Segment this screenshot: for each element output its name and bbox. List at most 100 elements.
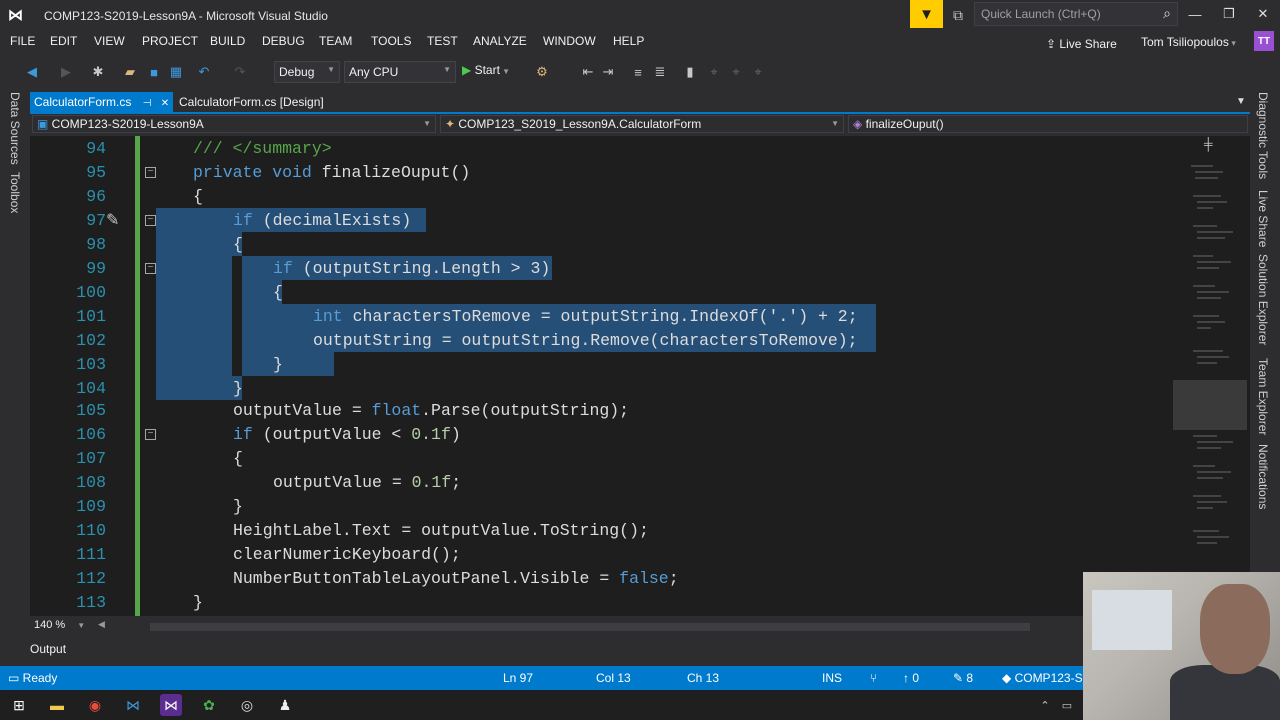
filter-feedback-button[interactable]: ▼	[910, 0, 943, 28]
github-desktop-icon[interactable]: ◎	[236, 694, 258, 716]
tray-chevron-up-icon[interactable]: ⌃	[1034, 694, 1056, 716]
code-line-109: }	[233, 497, 243, 516]
scroll-left-icon[interactable]: ◀	[98, 619, 105, 630]
collapse-icon[interactable]: −	[145, 215, 156, 226]
quick-launch-placeholder: Quick Launch (Ctrl+Q)	[981, 7, 1101, 21]
collapse-icon[interactable]: −	[145, 429, 156, 440]
menu-analyze[interactable]: ANALYZE	[473, 34, 527, 48]
minimap-viewport[interactable]	[1173, 380, 1247, 430]
open-file-icon[interactable]: ▰	[122, 64, 138, 80]
tab-calculatorform-design[interactable]: CalculatorForm.cs [Design]	[173, 92, 333, 112]
output-panel-tab[interactable]: Output	[30, 642, 66, 656]
clear-bookmarks-icon[interactable]: ⌖	[750, 64, 766, 80]
line-number: 102	[76, 331, 106, 350]
pencil-icon: ✎	[953, 671, 967, 685]
diagnostic-tools-tab[interactable]: Diagnostic Tools	[1256, 92, 1270, 179]
undo-icon[interactable]: ↶	[196, 64, 212, 80]
close-icon[interactable]: ✕	[161, 98, 169, 109]
vscode-icon[interactable]: ⋈	[122, 694, 144, 716]
navigate-icon[interactable]: ⇥	[600, 64, 616, 80]
split-editor-icon[interactable]: ╪	[1204, 137, 1213, 151]
back-icon[interactable]: ◀	[24, 64, 40, 80]
code-line-110: HeightLabel.Text = outputValue.ToString(…	[233, 521, 649, 540]
quick-launch-input[interactable]: Quick Launch (Ctrl+Q) ⌕	[974, 2, 1178, 26]
windows-start-icon[interactable]: ⊞	[8, 694, 30, 716]
start-debugging-button[interactable]: ▶ Start ▼	[462, 63, 510, 77]
minimize-button[interactable]: —	[1180, 4, 1210, 24]
line-number: 97	[86, 211, 106, 230]
browser-link-icon[interactable]: ⚙	[534, 64, 550, 80]
bookmark-icon[interactable]: ▮	[682, 64, 698, 80]
menu-tools[interactable]: TOOLS	[371, 34, 411, 48]
quick-actions-screwdriver-icon[interactable]: ✎	[106, 210, 119, 230]
live-share-label: Live Share	[1059, 37, 1117, 51]
menu-window[interactable]: WINDOW	[543, 34, 596, 48]
menu-edit[interactable]: EDIT	[50, 34, 77, 48]
menu-file[interactable]: FILE	[10, 34, 35, 48]
chrome-icon[interactable]: ◉	[84, 694, 106, 716]
toolbox-tab[interactable]: Toolbox	[8, 172, 22, 213]
status-repository[interactable]: ◆ COMP123-S	[1002, 671, 1083, 685]
close-button[interactable]: ✕	[1248, 4, 1278, 24]
zoom-dropdown[interactable]: 140 % ▼	[30, 618, 94, 634]
user-account-name[interactable]: Tom Tsiliopoulos ▾	[1141, 35, 1236, 49]
tab-overflow-icon[interactable]: ▼	[1236, 96, 1246, 107]
number-literal: 0.1f	[411, 425, 451, 444]
git-branch-icon[interactable]: ⑂	[870, 671, 877, 685]
new-project-icon[interactable]: ✱	[90, 64, 106, 80]
line-number: 101	[76, 307, 106, 326]
visual-studio-icon[interactable]: ⋈	[160, 694, 182, 716]
forward-icon[interactable]: ▶	[58, 64, 74, 80]
pin-icon[interactable]: ⊣	[143, 98, 152, 109]
team-explorer-tab[interactable]: Team Explorer	[1256, 358, 1270, 435]
prev-bookmark-icon[interactable]: ⌖	[706, 64, 722, 80]
notification-icon[interactable]: ⧉	[948, 5, 968, 25]
member-dropdown[interactable]: ◈ finalizeOuput()	[848, 115, 1248, 133]
horizontal-scrollbar[interactable]	[150, 623, 1030, 631]
maximize-button[interactable]: ❐	[1214, 4, 1244, 24]
status-unpushed[interactable]: ↑ 0	[903, 671, 919, 685]
tab-calculatorform-cs[interactable]: CalculatorForm.cs ⊣ ✕	[30, 92, 173, 112]
method-name: finalizeOuput()	[321, 163, 471, 182]
project-dropdown[interactable]: ▣ COMP123-S2019-Lesson9A ▼	[32, 115, 436, 133]
tab-label: CalculatorForm.cs	[34, 95, 132, 109]
app-icon[interactable]: ✿	[198, 694, 220, 716]
line-number: 110	[76, 521, 106, 540]
collapse-icon[interactable]: −	[145, 167, 156, 178]
menu-test[interactable]: TEST	[427, 34, 458, 48]
code-line-94: /// </summary>	[193, 139, 332, 158]
menu-project[interactable]: PROJECT	[142, 34, 198, 48]
minimap-lines	[1191, 165, 1233, 544]
menu-build[interactable]: BUILD	[210, 34, 245, 48]
avatar[interactable]: TT	[1254, 31, 1274, 51]
obs-icon[interactable]: ♟	[274, 694, 296, 716]
configuration-select[interactable]: Debug ▼	[274, 61, 340, 83]
menu-help[interactable]: HELP	[613, 34, 644, 48]
class-dropdown[interactable]: ✦ COMP123_S2019_Lesson9A.CalculatorForm ▼	[440, 115, 844, 133]
data-sources-tab[interactable]: Data Sources	[8, 92, 22, 165]
menu-view[interactable]: VIEW	[94, 34, 125, 48]
save-all-icon[interactable]: ▦	[168, 64, 184, 80]
live-share-button[interactable]: ⇪ Live Share	[1046, 37, 1117, 51]
save-icon[interactable]: ■	[146, 64, 162, 80]
battery-icon[interactable]: ▭	[1056, 694, 1078, 716]
code-line-113: }	[193, 593, 203, 612]
file-explorer-icon[interactable]: ▬	[46, 694, 68, 716]
status-changes[interactable]: ✎ 8	[953, 671, 973, 685]
uncomment-icon[interactable]: ≣	[652, 64, 668, 80]
menu-team[interactable]: TEAM	[319, 34, 352, 48]
code-minimap[interactable]	[1173, 136, 1250, 616]
code-line-112: NumberButtonTableLayoutPanel.Visible = f…	[233, 567, 679, 591]
menu-debug[interactable]: DEBUG	[262, 34, 305, 48]
next-bookmark-icon[interactable]: ⌖	[728, 64, 744, 80]
platform-value: Any CPU	[349, 65, 399, 79]
comment-icon[interactable]: ≡	[630, 64, 646, 80]
step-icon[interactable]: ⇤	[580, 64, 596, 80]
platform-select[interactable]: Any CPU ▼	[344, 61, 456, 83]
redo-icon[interactable]: ↷	[232, 64, 248, 80]
solution-explorer-tab[interactable]: Solution Explorer	[1256, 254, 1270, 345]
notifications-tab[interactable]: Notifications	[1256, 444, 1270, 509]
code-text: (outputValue <	[252, 425, 412, 444]
live-share-tab[interactable]: Live Share	[1256, 190, 1270, 247]
collapse-icon[interactable]: −	[145, 263, 156, 274]
